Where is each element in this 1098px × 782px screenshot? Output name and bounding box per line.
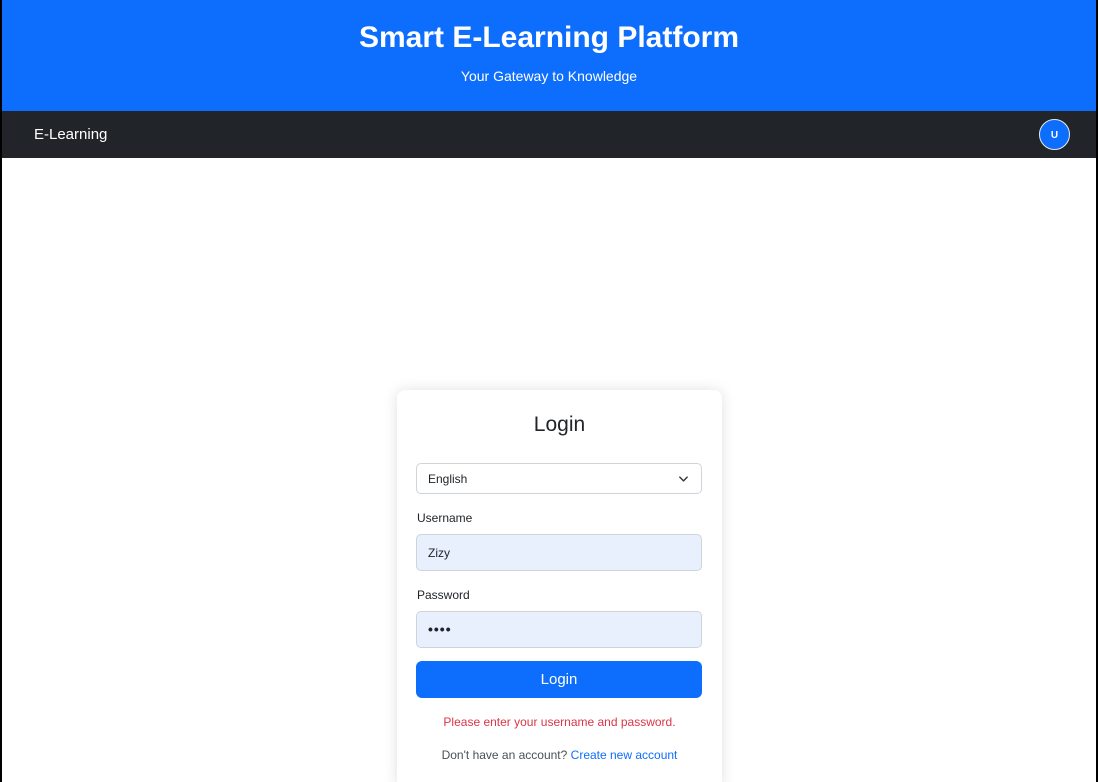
hero-banner: Smart E-Learning Platform Your Gateway t…: [2, 0, 1096, 111]
username-label: Username: [417, 511, 473, 525]
hero-subtitle: Your Gateway to Knowledge: [460, 68, 638, 84]
login-card: Login English Username Zizy Password •••…: [397, 390, 722, 782]
navbar-brand-link[interactable]: E-Learning: [34, 126, 107, 144]
signup-prompt-text: Don't have an account?: [441, 748, 568, 762]
language-select-value: English: [428, 472, 468, 486]
password-label: Password: [417, 588, 470, 602]
language-select[interactable]: English: [416, 463, 702, 494]
page-frame: Smart E-Learning Platform Your Gateway t…: [0, 0, 1098, 782]
password-input[interactable]: ••••: [416, 611, 702, 648]
password-input-value: ••••: [428, 621, 452, 637]
create-account-link[interactable]: Create new account: [571, 748, 678, 762]
login-title: Login: [533, 413, 586, 436]
login-button[interactable]: Login: [416, 661, 702, 698]
hero-title: Smart E-Learning Platform: [358, 21, 740, 54]
chevron-down-icon: [679, 476, 688, 482]
username-input-value: Zizy: [428, 546, 450, 560]
top-navbar: E-Learning U: [2, 111, 1096, 158]
user-avatar-button[interactable]: U: [1039, 119, 1070, 150]
username-input[interactable]: Zizy: [416, 534, 702, 571]
signup-prompt-line: Don't have an account? Create new accoun…: [397, 748, 722, 762]
error-message: Please enter your username and password.: [443, 715, 676, 729]
